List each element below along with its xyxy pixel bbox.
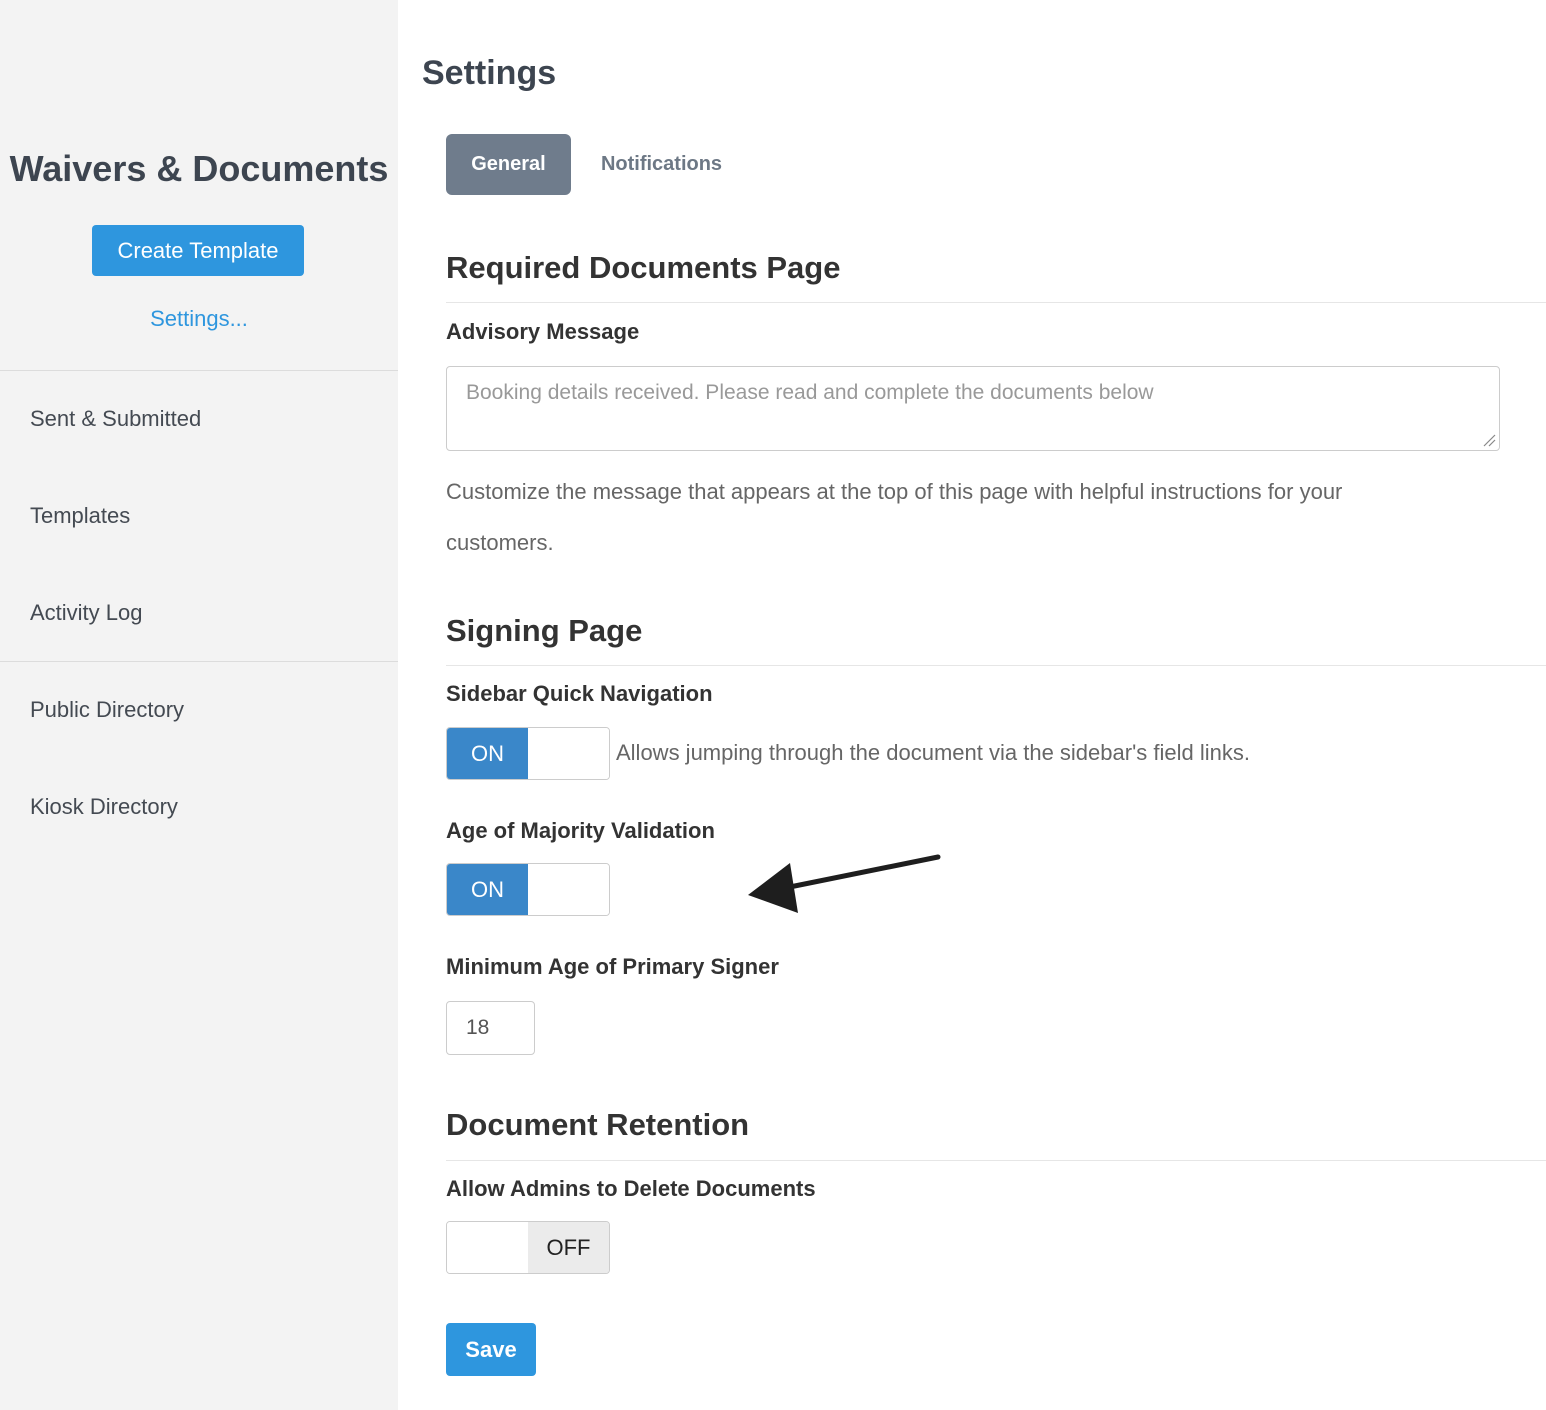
allow-delete-documents-toggle[interactable]: OFF	[446, 1221, 610, 1274]
sidebar-item-templates[interactable]: Templates	[30, 503, 130, 529]
sidebar-item-activity-log[interactable]: Activity Log	[30, 600, 143, 626]
page-title: Settings	[422, 54, 557, 92]
arrow-pointer-icon	[748, 854, 941, 913]
toggle-off-label: OFF	[528, 1222, 609, 1273]
toggle-handle	[528, 728, 609, 779]
sidebar: Waivers & Documents Create Template Sett…	[0, 0, 398, 1410]
sidebar-quick-navigation-toggle[interactable]: ON	[446, 727, 610, 780]
sidebar-quick-navigation-label: Sidebar Quick Navigation	[446, 681, 713, 706]
section-divider	[446, 1160, 1546, 1161]
minimum-age-label: Minimum Age of Primary Signer	[446, 954, 779, 979]
sidebar-divider	[0, 661, 398, 662]
toggle-on-label: ON	[447, 728, 528, 779]
tab-general[interactable]: General	[446, 134, 571, 195]
allow-delete-documents-label: Allow Admins to Delete Documents	[446, 1176, 816, 1201]
sidebar-item-kiosk-directory[interactable]: Kiosk Directory	[30, 794, 178, 820]
section-title-signing-page: Signing Page	[446, 613, 643, 648]
advisory-message-textarea[interactable]	[446, 366, 1500, 451]
toggle-handle	[447, 1222, 528, 1273]
age-of-majority-label: Age of Majority Validation	[446, 818, 715, 843]
section-title-document-retention: Document Retention	[446, 1107, 750, 1142]
create-template-button[interactable]: Create Template	[92, 225, 304, 276]
resize-handle-icon[interactable]	[1482, 433, 1496, 447]
minimum-age-input[interactable]	[446, 1001, 535, 1055]
toggle-handle	[528, 864, 609, 915]
toggle-on-label: ON	[447, 864, 528, 915]
section-divider	[446, 665, 1546, 666]
section-divider	[446, 302, 1546, 303]
save-button[interactable]: Save	[446, 1323, 536, 1376]
section-title-required-documents: Required Documents Page	[446, 250, 841, 285]
settings-link[interactable]: Settings...	[0, 306, 398, 332]
sidebar-quick-navigation-description: Allows jumping through the document via …	[616, 740, 1250, 765]
advisory-help-text: Customize the message that appears at th…	[446, 479, 1343, 555]
sidebar-item-sent-submitted[interactable]: Sent & Submitted	[30, 406, 201, 432]
sidebar-item-public-directory[interactable]: Public Directory	[30, 697, 184, 723]
sidebar-title: Waivers & Documents	[9, 148, 389, 189]
advisory-message-label: Advisory Message	[446, 319, 640, 344]
age-of-majority-toggle[interactable]: ON	[446, 863, 610, 916]
tab-notifications[interactable]: Notifications	[584, 134, 739, 195]
sidebar-divider	[0, 370, 398, 371]
